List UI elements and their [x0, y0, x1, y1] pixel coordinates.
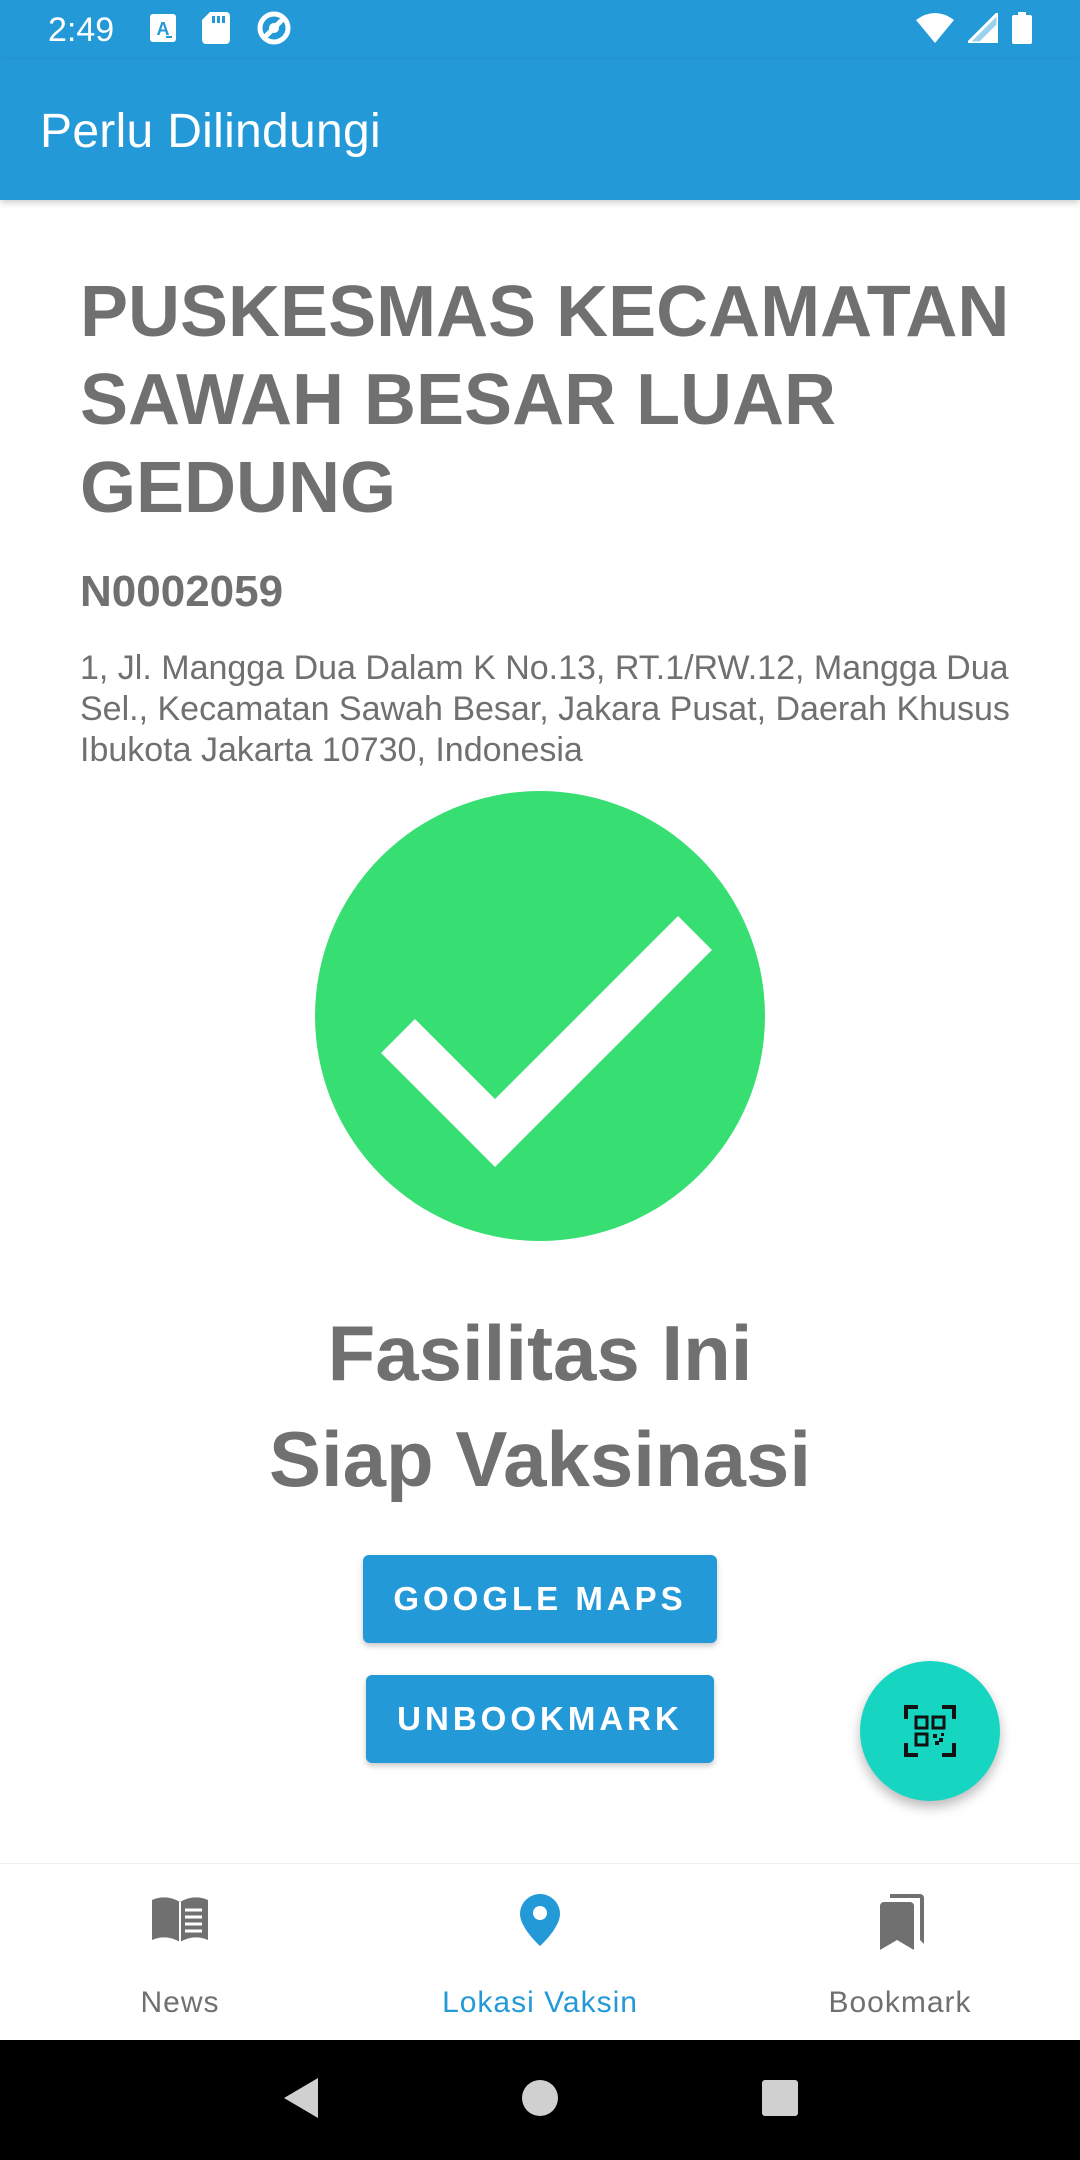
sync-circle-icon: [256, 10, 292, 51]
status-notification-icons: A: [150, 10, 292, 51]
back-icon[interactable]: [280, 2076, 320, 2125]
status-system-icons: [916, 8, 1032, 49]
nav-item-news[interactable]: News: [0, 1864, 360, 2040]
nav-item-lokasi-vaksin[interactable]: Lokasi Vaksin: [360, 1864, 720, 2040]
qr-scan-icon: [904, 1705, 956, 1757]
facility-name: PUSKESMAS KECAMATAN SAWAH BESAR LUAR GED…: [80, 272, 1010, 528]
nav-label-bookmark: Bookmark: [828, 1986, 972, 2019]
bottom-navigation: News Lokasi Vaksin Bookmark: [0, 1863, 1080, 2040]
status-message: Fasilitas Ini Siap Vaksinasi: [0, 1300, 1080, 1512]
nav-label-lokasi-vaksin: Lokasi Vaksin: [442, 1986, 638, 2019]
nav-item-bookmark[interactable]: Bookmark: [720, 1864, 1080, 2040]
home-icon[interactable]: [520, 2078, 560, 2123]
wifi-icon: [916, 12, 954, 48]
facility-address: 1, Jl. Mangga Dua Dalam K No.13, RT.1/RW…: [80, 649, 1010, 769]
check-icon: [381, 916, 712, 1167]
signal-icon: [964, 8, 1000, 48]
font-a-icon: A: [150, 13, 177, 47]
nav-label-news: News: [140, 1986, 220, 2019]
google-maps-button[interactable]: GOOGLE MAPS: [363, 1555, 717, 1643]
sd-card-icon: [202, 11, 231, 49]
unbookmark-button[interactable]: UNBOOKMARK: [366, 1675, 714, 1763]
status-message-line-2: Siap Vaksinasi: [268, 1415, 811, 1503]
app-title: Perlu Dilindungi: [40, 105, 381, 158]
status-message-line-1: Fasilitas Ini: [327, 1309, 753, 1397]
status-check-badge: [315, 791, 765, 1241]
location-pin-icon: [520, 1894, 560, 1951]
system-navigation-bar: [0, 2040, 1080, 2160]
facility-code: N0002059: [80, 567, 284, 616]
status-time: 2:49: [48, 10, 115, 49]
bookmark-icon: [876, 1894, 924, 1955]
app-bar: Perlu Dilindungi: [0, 60, 1080, 200]
book-icon: [150, 1894, 210, 1949]
status-bar: 2:49 A: [0, 0, 1080, 60]
battery-icon: [1012, 11, 1032, 49]
qr-scan-fab[interactable]: [860, 1661, 1000, 1801]
screen: 2:49 A Perlu Dilindungi PUSKESMAS KECAMA…: [0, 0, 1080, 2160]
recents-icon[interactable]: [760, 2078, 800, 2123]
